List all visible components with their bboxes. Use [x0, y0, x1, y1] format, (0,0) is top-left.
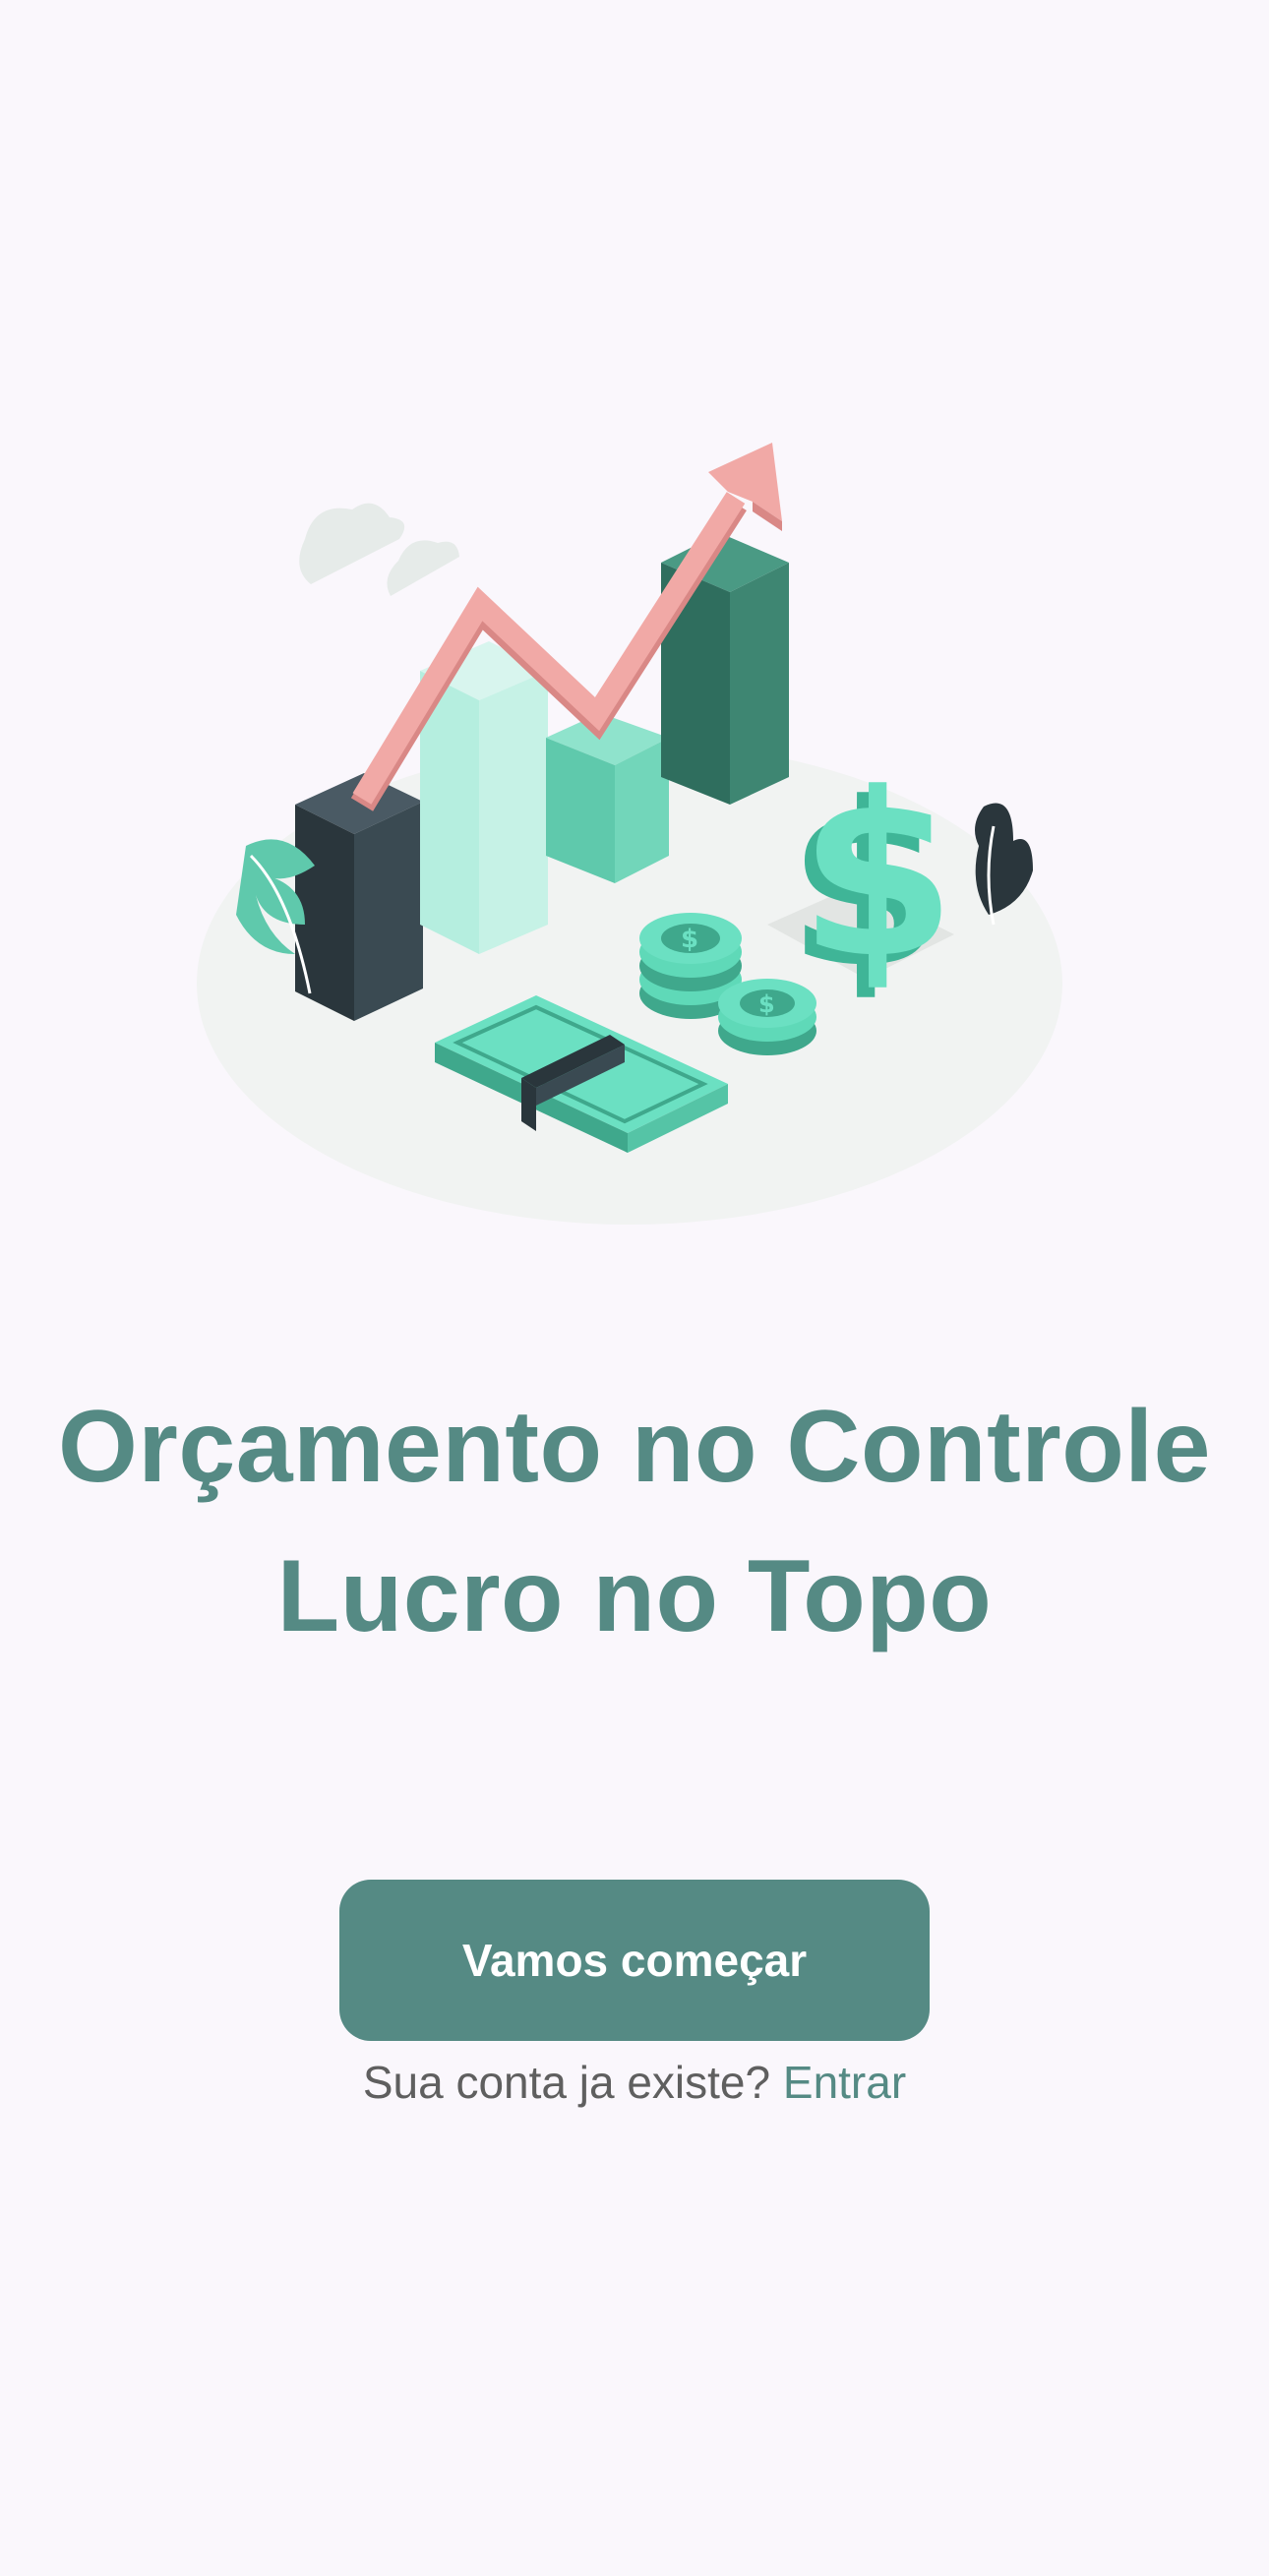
title-line-1: Orçamento no Controle [58, 1390, 1211, 1504]
signin-link[interactable]: Entrar [783, 2057, 906, 2108]
onboarding-screen: $ $ $ $ Orçamento no Controle Lucro no T… [0, 0, 1269, 2576]
signin-prompt: Sua conta ja existe? [362, 2057, 771, 2108]
finance-growth-illustration: $ $ $ $ [177, 413, 1092, 1249]
dollar-sign-icon: $ $ [767, 746, 956, 1018]
svg-text:$: $ [799, 746, 956, 1008]
title-line-2: Lucro no Topo [276, 1539, 993, 1653]
page-title: Orçamento no Controle Lucro no Topo [0, 1372, 1269, 1671]
svg-text:$: $ [681, 925, 698, 954]
signin-row: Sua conta ja existe? Entrar [0, 2056, 1269, 2109]
cloud-icon [299, 503, 459, 596]
coin-stack-small: $ [718, 979, 816, 1055]
bar-medium [546, 713, 669, 883]
bar-dark [295, 773, 423, 1021]
get-started-button[interactable]: Vamos começar [339, 1880, 930, 2041]
svg-text:$: $ [758, 990, 775, 1018]
